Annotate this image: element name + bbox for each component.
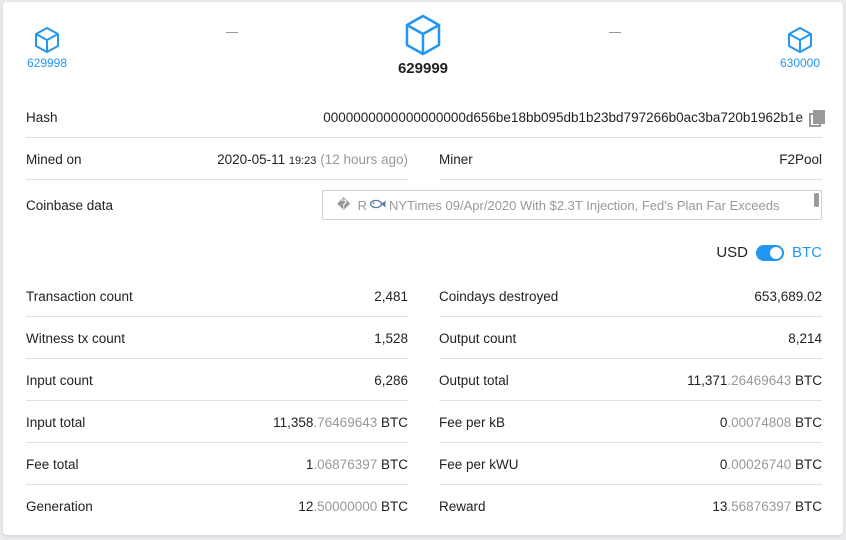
coinbase-data-field[interactable]: � R NYTimes 09/Apr/2020 With $2.3T Injec…	[322, 190, 822, 220]
stat-row-reward: Reward 13.56876397 BTC	[439, 499, 822, 514]
next-block-link[interactable]: 630000	[778, 26, 822, 70]
transaction-count-link[interactable]: 2,481	[374, 289, 408, 304]
input-count-link[interactable]: 6,286	[374, 373, 408, 388]
currency-toggle: USD BTC	[716, 244, 822, 261]
miner-label: Miner	[439, 151, 473, 167]
mined-on-row: Mined on 2020-05-11 19:23 (12 hours ago)	[26, 139, 408, 180]
previous-block-height: 629998	[26, 56, 68, 70]
block-details-card: 629998 629999 630000 Hash 00000000000000…	[3, 2, 843, 535]
cube-icon	[405, 14, 441, 56]
stat-row-transaction-count: Transaction count 2,481	[26, 276, 408, 317]
toggle-label-btc[interactable]: BTC	[792, 244, 822, 261]
coindays-destroyed-value: 653,689.02	[754, 288, 822, 304]
stat-row-witness-tx-count: Witness tx count 1,528	[26, 318, 408, 359]
fee-per-kb-value: 0.00074808 BTC	[719, 414, 822, 430]
fish-icon	[369, 198, 386, 212]
output-count-link[interactable]: 8,214	[788, 331, 822, 346]
mined-on-value: 2020-05-11 19:23 (12 hours ago)	[217, 151, 408, 167]
stat-row-input-count: Input count 6,286	[26, 360, 408, 401]
cube-icon	[35, 27, 59, 53]
stat-row-output-total: Output total 11,371.26469643 BTC	[439, 360, 822, 401]
stat-row-coindays-destroyed: Coindays destroyed 653,689.02	[439, 276, 822, 317]
current-block: 629999	[388, 14, 458, 77]
coinbase-label: Coinbase data	[26, 197, 114, 213]
stat-row-input-total: Input total 11,358.76469643 BTC	[26, 402, 408, 443]
coinbase-row: Coinbase data � R NYTimes 09/Apr/2020 Wi…	[26, 184, 822, 226]
copy-icon[interactable]	[809, 110, 825, 127]
witness-tx-count-link[interactable]: 1,528	[374, 331, 408, 346]
nav-separator	[609, 32, 621, 33]
stat-row-fee-per-kwu: Fee per kWU 0.00026740 BTC	[439, 444, 822, 485]
generation-value: 12.50000000 BTC	[298, 499, 408, 514]
switch-knob	[770, 246, 782, 259]
hash-label: Hash	[26, 109, 58, 125]
miner-row: Miner F2Pool	[439, 139, 822, 180]
cube-icon	[788, 27, 812, 53]
previous-block-link[interactable]: 629998	[25, 26, 69, 70]
nav-separator	[226, 32, 238, 33]
reward-value: 13.56876397 BTC	[712, 499, 822, 514]
stat-row-generation: Generation 12.50000000 BTC	[26, 499, 408, 514]
fee-total-value: 1.06876397 BTC	[305, 456, 408, 472]
stat-row-output-count: Output count 8,214	[439, 318, 822, 359]
stat-row-fee-total: Fee total 1.06876397 BTC	[26, 444, 408, 485]
stat-row-fee-per-kb: Fee per kB 0.00074808 BTC	[439, 402, 822, 443]
hash-row: Hash 0000000000000000000d656be18bb095db1…	[26, 97, 825, 138]
coinbase-text: NYTimes 09/Apr/2020 With $2.3T Injection…	[388, 197, 780, 213]
toggle-label-usd[interactable]: USD	[716, 244, 748, 261]
fee-per-kwu-value: 0.00026740 BTC	[719, 456, 822, 472]
currency-switch[interactable]	[756, 244, 784, 261]
current-block-height: 629999	[397, 60, 449, 77]
hash-value: 0000000000000000000d656be18bb095db1b23bd…	[323, 109, 803, 125]
input-total-value: 11,358.76469643 BTC	[273, 414, 408, 430]
output-total-value: 11,371.26469643 BTC	[687, 372, 822, 388]
next-block-height: 630000	[779, 56, 821, 70]
mined-on-label: Mined on	[26, 151, 82, 167]
miner-link[interactable]: F2Pool	[779, 152, 822, 167]
block-navigation: 629998 629999 630000	[3, 2, 843, 97]
